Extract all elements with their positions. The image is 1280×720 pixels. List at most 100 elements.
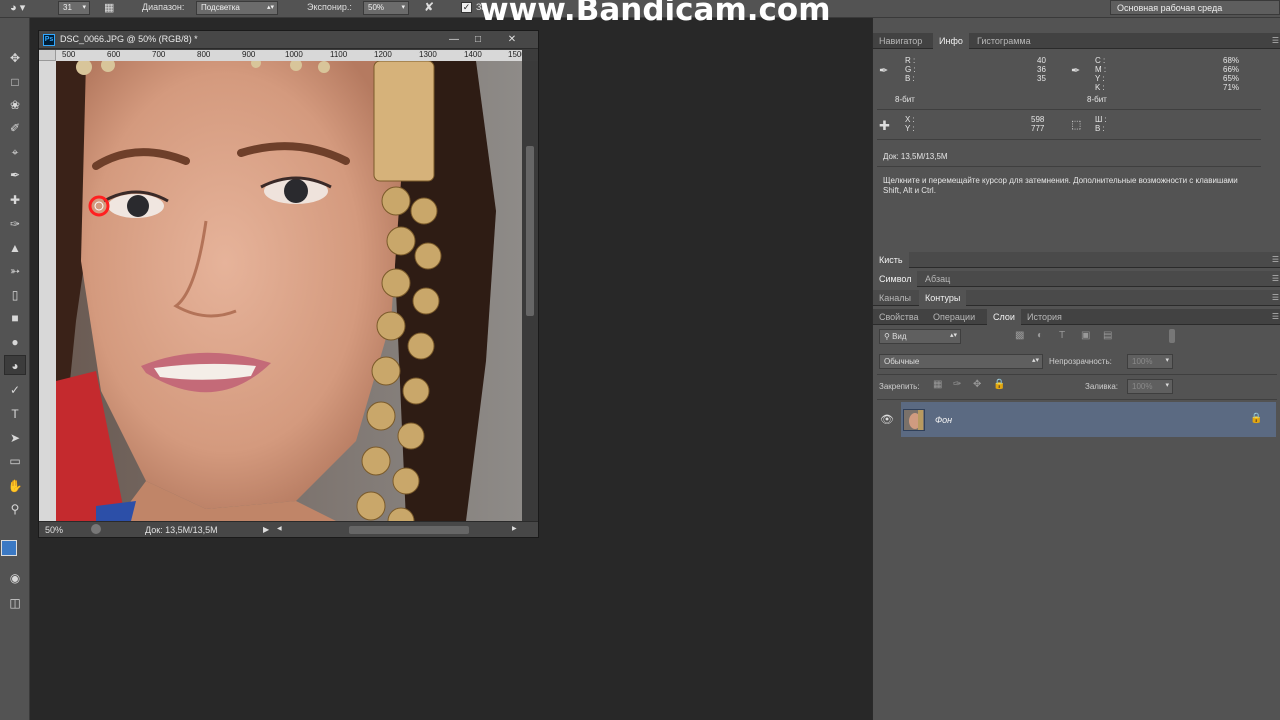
lock-all-icon[interactable]: 🔒 <box>993 379 1005 390</box>
tab-properties[interactable]: Свойства <box>873 309 925 325</box>
info-k-label: K : <box>1095 83 1105 92</box>
ruler-origin[interactable] <box>39 50 56 61</box>
range-select[interactable]: Подсветка ▴▾ <box>196 1 278 15</box>
quick-select-tool-icon[interactable]: ✐ <box>4 118 26 138</box>
info-y-label: Y : <box>1095 74 1105 83</box>
ruler-tick-label: 1300 <box>419 50 437 59</box>
horizontal-scroll-thumb[interactable] <box>349 526 469 534</box>
horizontal-ruler[interactable]: 500 600 700 800 900 1000 1100 1200 1300 … <box>56 50 522 61</box>
tab-navigator[interactable]: Навигатор <box>873 33 928 49</box>
crop-tool-icon[interactable]: ⌖ <box>4 142 26 162</box>
lock-position-icon[interactable]: ✥ <box>973 379 981 390</box>
brush-panel-icon[interactable]: ▦ <box>104 1 120 16</box>
filter-smart-object-icon[interactable]: ▤ <box>1103 330 1112 341</box>
panel-menu-icon[interactable]: ☰ <box>1272 36 1279 45</box>
divider <box>877 374 1277 375</box>
panel-menu-icon[interactable]: ☰ <box>1272 293 1279 302</box>
layer-filter-select[interactable]: ⚲ Вид ▴▾ <box>879 329 961 344</box>
zoom-tool-icon[interactable]: ⚲ <box>4 499 26 519</box>
info-g-label: G : <box>905 65 916 74</box>
workspace-switcher[interactable]: Основная рабочая среда <box>1110 0 1280 15</box>
tab-layers[interactable]: Слои <box>987 309 1021 325</box>
tab-character[interactable]: Символ <box>873 271 918 287</box>
burn-tool-preset-icon[interactable]: ◕ ▾ <box>10 1 44 16</box>
panel-menu-icon[interactable]: ☰ <box>1272 274 1279 283</box>
foreground-color-swatch[interactable] <box>1 540 17 556</box>
vertical-scrollbar[interactable] <box>522 61 538 521</box>
info-bits-left: 8-бит <box>895 95 915 104</box>
tab-paths[interactable]: Контуры <box>919 290 967 306</box>
blur-tool-icon[interactable]: ● <box>4 332 26 352</box>
tab-channels[interactable]: Каналы <box>873 290 917 306</box>
opacity-label: Непрозрачность: <box>1049 357 1112 366</box>
eyedropper-tool-icon[interactable]: ✒ <box>4 165 26 185</box>
tab-actions[interactable]: Операции <box>927 309 981 325</box>
info-doc-size: Док: 13,5M/13,5M <box>883 152 948 161</box>
brush-size-field[interactable]: 31 ▾ <box>58 1 90 15</box>
close-button[interactable]: ✕ <box>501 31 523 48</box>
shape-tool-icon[interactable]: ▭ <box>4 451 26 471</box>
screen-mode-icon[interactable]: ◫ <box>4 593 26 613</box>
type-tool-icon[interactable]: T <box>4 404 26 424</box>
layer-row-background[interactable]: Фон 🔒 <box>901 402 1276 437</box>
info-x-value: 598 <box>1031 115 1045 124</box>
maximize-button[interactable]: □ <box>467 31 489 48</box>
ruler-tick-label: 800 <box>197 50 211 59</box>
brush-panel-tabs: Кисть ☰ <box>873 252 1280 268</box>
tab-paragraph[interactable]: Абзац <box>919 271 956 287</box>
path-select-tool-icon[interactable]: ➤ <box>4 428 26 448</box>
quick-mask-icon[interactable]: ◉ <box>4 568 26 588</box>
photo-canvas[interactable] <box>56 61 522 521</box>
range-label: Диапазон: <box>142 2 185 12</box>
lock-pixels-icon[interactable]: ✑ <box>953 379 961 390</box>
panel-menu-icon[interactable]: ☰ <box>1272 255 1279 264</box>
status-options-icon[interactable] <box>91 524 101 534</box>
opacity-field[interactable]: 100% ▾ <box>1127 354 1173 369</box>
marquee-tool-icon[interactable]: □ <box>4 72 26 92</box>
filter-shape-icon[interactable]: ▣ <box>1081 330 1090 341</box>
scroll-left-icon[interactable]: ◀ <box>277 525 282 532</box>
document-window: Ps DSC_0066.JPG @ 50% (RGB/8) * — □ ✕ 50… <box>38 30 539 538</box>
scroll-right-icon[interactable]: ▶ <box>512 525 517 532</box>
tab-histogram[interactable]: Гистограмма <box>971 33 1037 49</box>
vertical-ruler[interactable] <box>39 61 56 521</box>
info-h-label: В : <box>1095 124 1105 133</box>
healing-brush-tool-icon[interactable]: ✚ <box>4 190 26 210</box>
layer-visibility-eye-icon[interactable]: 👁 <box>880 413 894 426</box>
history-brush-tool-icon[interactable]: ➳ <box>4 261 26 281</box>
blend-mode-select[interactable]: Обычные ▴▾ <box>879 354 1043 369</box>
divider <box>877 166 1261 167</box>
filter-toggle-switch[interactable] <box>1169 329 1175 343</box>
eyedropper-readout-icon[interactable]: ✒ <box>879 64 888 77</box>
tab-info[interactable]: Инфо <box>933 33 969 49</box>
filter-type-icon[interactable]: T <box>1059 330 1065 341</box>
eyedropper-cmyk-icon[interactable]: ✒ <box>1071 64 1080 77</box>
lock-transparency-icon[interactable]: ▦ <box>933 379 942 390</box>
filter-pixel-icon[interactable]: ▩ <box>1015 330 1024 341</box>
filter-adjustment-icon[interactable]: ◐ <box>1037 330 1043 341</box>
minimize-button[interactable]: — <box>443 31 465 48</box>
lasso-tool-icon[interactable]: ❀ <box>4 95 26 115</box>
layers-panel-tabs: Свойства Операции Слои История ☰ <box>873 309 1280 325</box>
pen-tool-icon[interactable]: ✓ <box>4 380 26 400</box>
tab-brush[interactable]: Кисть <box>873 252 909 268</box>
panel-menu-icon[interactable]: ☰ <box>1272 312 1279 321</box>
status-menu-arrow-icon[interactable]: ▶ <box>263 525 269 534</box>
vertical-scroll-thumb[interactable] <box>526 146 534 316</box>
exposure-field[interactable]: 50% ▾ <box>363 1 409 15</box>
protect-tones-checkbox[interactable]: ✓ <box>461 2 472 13</box>
eraser-tool-icon[interactable]: ▯ <box>4 285 26 305</box>
burn-tool-icon[interactable]: ◕ <box>4 355 26 375</box>
document-tab[interactable]: Ps DSC_0066.JPG @ 50% (RGB/8) * — □ ✕ <box>39 31 538 49</box>
brush-tool-icon[interactable]: ✑ <box>4 214 26 234</box>
clone-stamp-tool-icon[interactable]: ▲ <box>4 238 26 258</box>
fill-field[interactable]: 100% ▾ <box>1127 379 1173 394</box>
airbrush-icon[interactable]: ✘ <box>424 0 442 16</box>
gradient-tool-icon[interactable]: ■ <box>4 308 26 328</box>
move-tool-icon[interactable]: ✥ <box>4 48 26 68</box>
document-status-bar: 50% Док: 13,5M/13,5M ▶ ◀ ▶ <box>39 521 538 537</box>
tab-history[interactable]: История <box>1021 309 1068 325</box>
layer-name[interactable]: Фон <box>935 415 952 425</box>
hand-tool-icon[interactable]: ✋ <box>4 476 26 496</box>
zoom-level[interactable]: 50% <box>45 525 63 535</box>
